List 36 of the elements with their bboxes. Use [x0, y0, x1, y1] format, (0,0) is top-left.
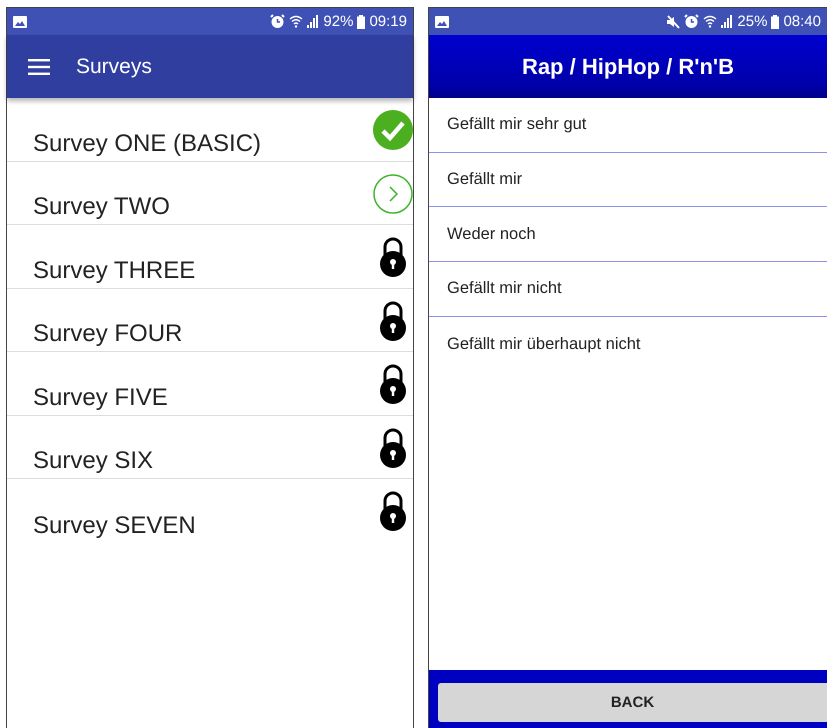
survey-name: Survey TWO — [33, 193, 170, 221]
answer-option[interactable]: Gefällt mir überhaupt nicht — [429, 316, 827, 372]
back-button[interactable]: BACK — [438, 683, 827, 722]
battery-icon — [771, 14, 780, 28]
screen-title: Surveys — [76, 54, 152, 78]
survey-list-item[interactable]: Survey THREE — [7, 225, 413, 288]
battery-icon — [357, 14, 366, 28]
wifi-icon — [289, 15, 304, 28]
clock-time: 09:19 — [369, 13, 407, 30]
battery-percentage: 92% — [323, 13, 354, 30]
wifi-icon — [703, 15, 718, 28]
battery-percentage: 25% — [737, 13, 768, 30]
survey-list-item[interactable]: Survey SIX — [7, 416, 413, 479]
alarm-icon — [684, 14, 700, 29]
answer-option[interactable]: Weder noch — [429, 207, 827, 262]
survey-list-item[interactable]: Survey TWO — [7, 162, 413, 225]
survey-name: Survey SIX — [33, 447, 154, 475]
signal-icon — [721, 15, 734, 28]
survey-name: Survey ONE (BASIC) — [33, 130, 262, 158]
image-icon — [435, 16, 449, 28]
answer-option[interactable]: Gefällt mir — [429, 152, 827, 208]
survey-name: Survey FIVE — [33, 384, 168, 412]
answer-option[interactable]: Gefällt mir nicht — [429, 262, 827, 317]
survey-list-item[interactable]: Survey SEVEN — [7, 479, 413, 542]
survey-list-item[interactable]: Survey ONE (BASIC) — [7, 98, 413, 162]
survey-list-item[interactable]: Survey FOUR — [7, 288, 413, 352]
answer-option[interactable]: Gefällt mir sehr gut — [429, 98, 827, 153]
survey-list-item[interactable]: Survey FIVE — [7, 352, 413, 416]
survey-name: Survey THREE — [33, 256, 196, 284]
signal-icon — [307, 15, 320, 28]
survey-name: Survey SEVEN — [33, 512, 196, 540]
clock-time: 08:40 — [783, 13, 821, 30]
survey-name: Survey FOUR — [33, 320, 182, 348]
menu-icon[interactable] — [28, 58, 50, 74]
image-icon — [13, 16, 27, 28]
screen-title: Rap / HipHop / R'n'B — [522, 54, 734, 80]
